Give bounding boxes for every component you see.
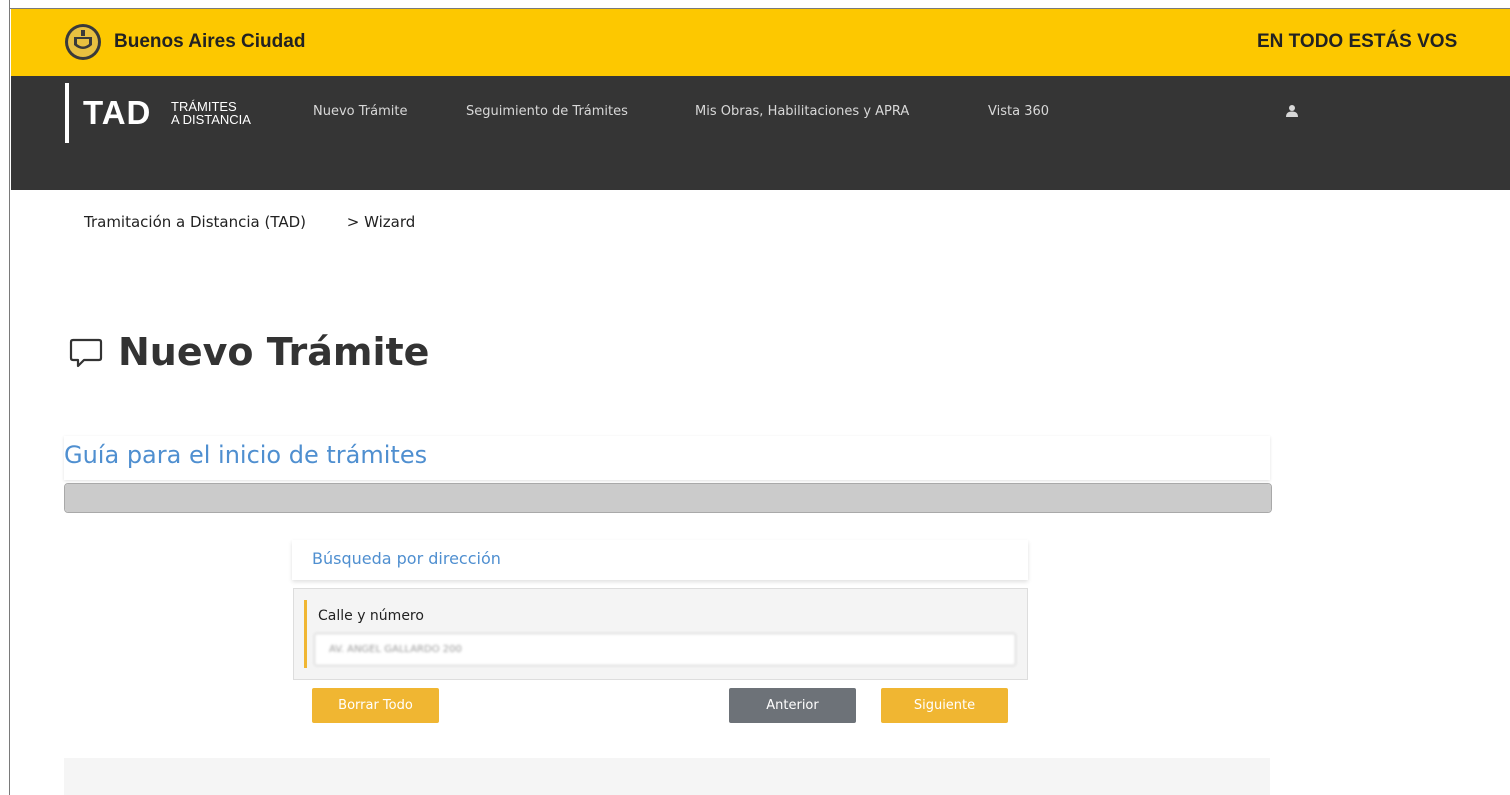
user-icon[interactable] xyxy=(1285,104,1299,118)
page-title: Nuevo Trámite xyxy=(68,327,429,377)
nav-link-seguimiento[interactable]: Seguimiento de Trámites xyxy=(466,104,628,119)
window-left-border xyxy=(0,0,10,795)
main-nav-bar: TAD TRÁMITES A DISTANCIA Nuevo Trámite S… xyxy=(11,76,1510,190)
address-input[interactable] xyxy=(314,633,1016,666)
clear-all-button[interactable]: Borrar Todo xyxy=(312,688,439,723)
tad-logo[interactable]: TAD TRÁMITES A DISTANCIA xyxy=(65,83,251,143)
guide-title: Guía para el inicio de trámites xyxy=(64,441,428,469)
next-button[interactable]: Siguiente xyxy=(881,688,1008,723)
nav-link-mis-obras[interactable]: Mis Obras, Habilitaciones y APRA xyxy=(695,104,909,119)
page-title-text: Nuevo Trámite xyxy=(118,330,430,374)
window-top-border xyxy=(0,0,1510,9)
tad-logo-main: TAD xyxy=(83,94,152,131)
city-name[interactable]: Buenos Aires Ciudad xyxy=(114,31,305,53)
breadcrumb: Tramitación a Distancia (TAD) > Wizard xyxy=(84,213,415,231)
breadcrumb-current: > Wizard xyxy=(346,213,416,231)
address-search-title: Búsqueda por dirección xyxy=(312,549,501,568)
tad-logo-line2: A DISTANCIA xyxy=(171,112,251,127)
city-header-bar: Buenos Aires Ciudad EN TODO ESTÁS VOS xyxy=(11,9,1510,76)
nav-link-nuevo-tramite[interactable]: Nuevo Trámite xyxy=(313,104,407,119)
address-field-group: Calle y número xyxy=(293,588,1028,680)
address-field-label: Calle y número xyxy=(318,608,424,624)
previous-button[interactable]: Anterior xyxy=(729,688,856,723)
nav-link-vista-360[interactable]: Vista 360 xyxy=(988,104,1049,119)
city-shield-icon[interactable] xyxy=(63,22,103,62)
wizard-progress-bar xyxy=(64,483,1272,513)
speech-bubble-icon xyxy=(69,338,103,368)
wizard-progress-fill xyxy=(65,484,1271,512)
address-search-header: Búsqueda por dirección xyxy=(292,540,1028,580)
guide-card-header: Guía para el inicio de trámites xyxy=(64,436,1270,480)
tad-logo-subtitle: TRÁMITES A DISTANCIA xyxy=(171,100,251,126)
bottom-panel xyxy=(64,758,1270,795)
field-accent-bar xyxy=(304,600,307,668)
breadcrumb-root[interactable]: Tramitación a Distancia (TAD) xyxy=(84,213,306,231)
city-slogan: EN TODO ESTÁS VOS xyxy=(1257,31,1458,52)
